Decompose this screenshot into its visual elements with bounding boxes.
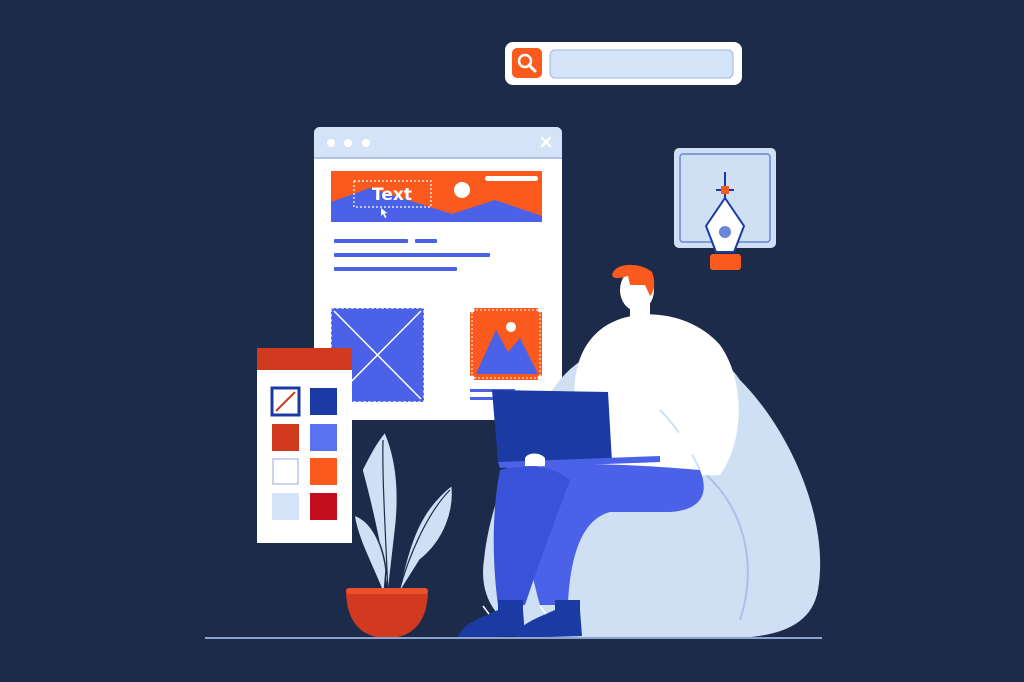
color-swatch-transparent xyxy=(270,386,301,417)
banner-slider xyxy=(485,176,538,181)
search-input xyxy=(549,49,734,79)
shoes xyxy=(458,600,582,638)
color-swatch xyxy=(310,458,337,485)
color-palette-panel xyxy=(257,348,352,543)
web-design-illustration: Text xyxy=(205,42,822,639)
banner-text: Text xyxy=(372,185,412,205)
window-dot xyxy=(327,139,335,147)
pen-tool-card xyxy=(674,148,776,270)
search-bar xyxy=(505,42,742,85)
color-swatch xyxy=(310,388,337,415)
window-dot xyxy=(362,139,370,147)
search-button xyxy=(512,48,542,78)
sun-circle xyxy=(454,182,470,198)
color-swatch xyxy=(310,493,337,520)
illustration-canvas: Text xyxy=(0,0,1024,682)
color-swatch xyxy=(272,493,299,520)
window-dot xyxy=(344,139,352,147)
color-swatch xyxy=(272,458,299,485)
potted-plant xyxy=(346,430,454,638)
hero-banner: Text xyxy=(331,171,542,222)
color-swatch xyxy=(310,424,337,451)
color-swatch xyxy=(272,424,299,451)
selected-image xyxy=(469,307,543,381)
